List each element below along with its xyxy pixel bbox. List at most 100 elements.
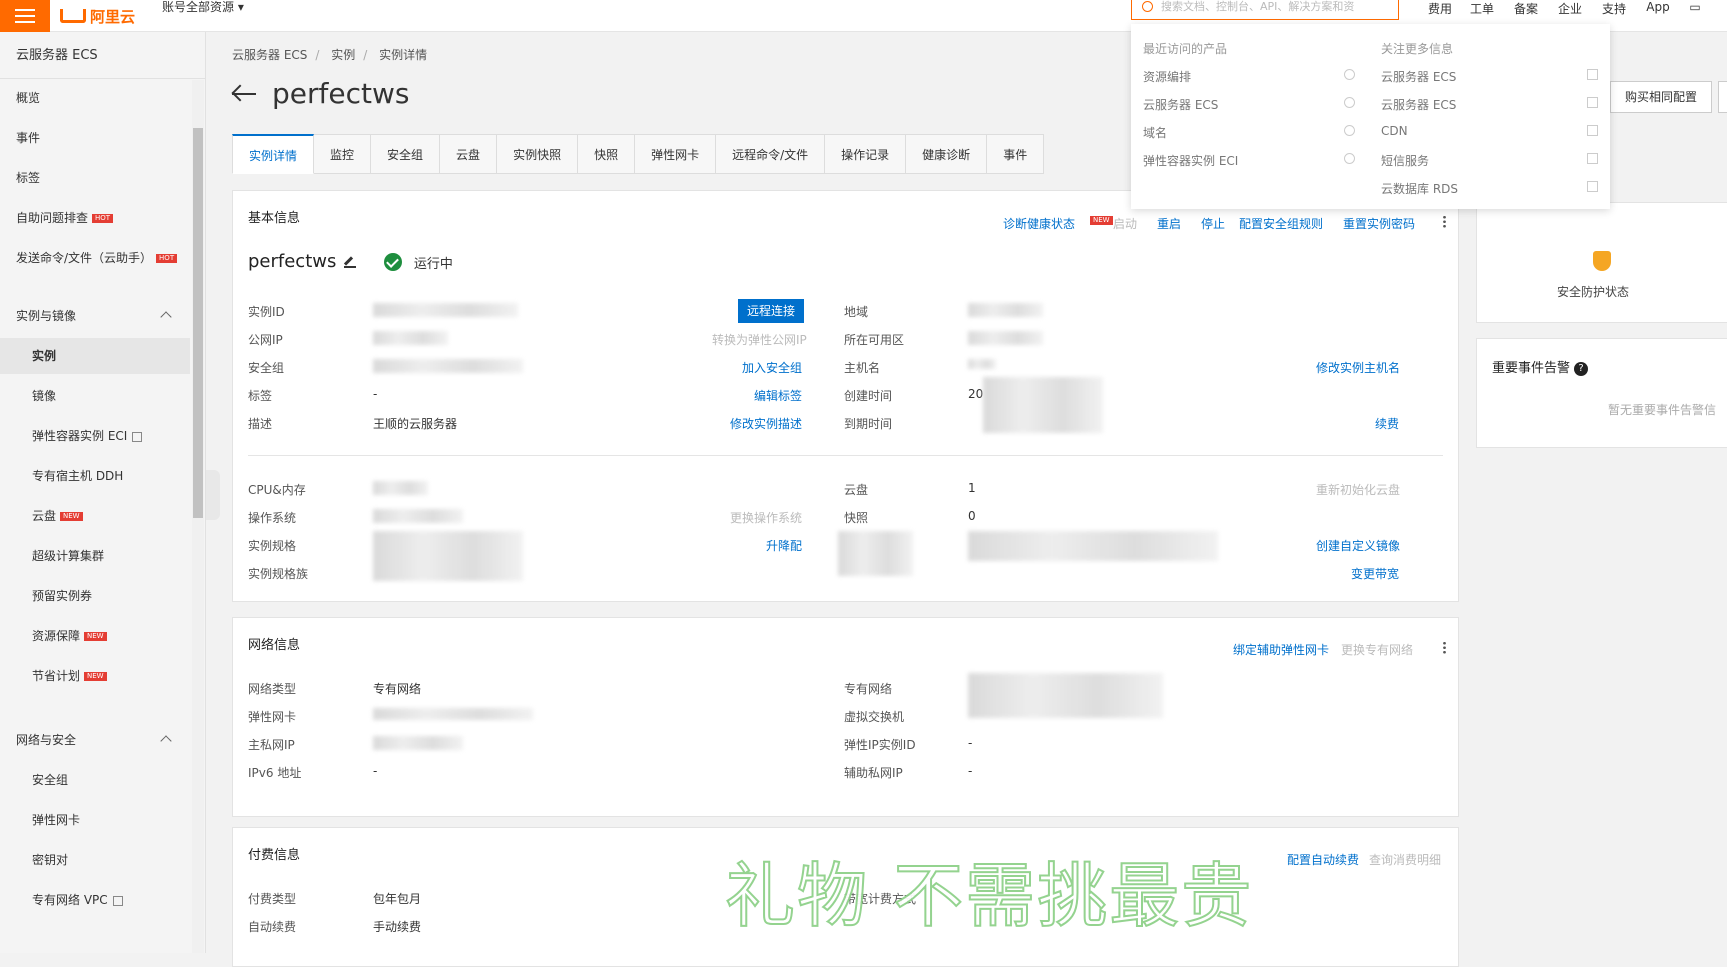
add-security-group-link[interactable]: 加入安全组 <box>742 359 802 376</box>
sidebar-item[interactable]: 实例 <box>0 338 190 374</box>
sidebar-item[interactable]: 资源保障 NEW <box>0 618 190 654</box>
nav-fees[interactable]: 费用 <box>1420 0 1460 16</box>
change-vpc-link[interactable]: 更换专有网络 <box>1341 641 1413 658</box>
more-item[interactable]: 云服务器 ECS <box>1381 68 1456 85</box>
tab[interactable]: 弹性网卡 <box>635 134 717 174</box>
more-item[interactable]: CDN <box>1381 124 1408 138</box>
external-link-icon[interactable] <box>1587 181 1598 192</box>
help-icon[interactable]: ? <box>1574 361 1589 376</box>
tab[interactable]: 安全组 <box>371 134 441 174</box>
arrow-circle-icon[interactable] <box>1344 125 1355 136</box>
tab[interactable]: 实例详情 <box>232 134 315 174</box>
auto-renew-value: 手动续费 <box>373 920 422 934</box>
change-bandwidth-link[interactable]: 变更带宽 <box>1351 565 1399 582</box>
recent-item[interactable]: 云服务器 ECS <box>1143 96 1218 113</box>
more-item[interactable]: 云服务器 ECS <box>1381 96 1456 113</box>
tab[interactable]: 实例快照 <box>497 134 579 174</box>
sidebar-item[interactable]: 弹性容器实例 ECI <box>0 418 190 454</box>
more-actions-icon[interactable] <box>1443 215 1446 228</box>
recent-item[interactable]: 资源编排 <box>1143 68 1191 85</box>
scrollbar-thumb[interactable] <box>193 128 203 518</box>
start-link[interactable]: 启动 <box>1113 215 1137 232</box>
sidebar-item[interactable]: 概览 <box>0 80 190 116</box>
external-link-icon[interactable] <box>1587 125 1598 136</box>
terminal-icon[interactable]: ▭ <box>1680 0 1710 16</box>
restart-link[interactable]: 重启 <box>1157 215 1181 232</box>
upgrade-link[interactable]: 升降配 <box>766 537 802 554</box>
edit-tags-link[interactable]: 编辑标签 <box>754 387 802 404</box>
sidebar-item[interactable]: 安全组 <box>0 762 190 798</box>
external-link-icon[interactable] <box>1587 97 1598 108</box>
tab[interactable]: 远程命令/文件 <box>716 134 826 174</box>
sidebar-item[interactable]: 专有宿主机 DDH <box>0 458 190 494</box>
chevron-up-icon[interactable] <box>160 735 172 747</box>
network-more-icon[interactable] <box>1443 641 1446 654</box>
reinit-disk-link[interactable]: 重新初始化云盘 <box>1316 481 1400 498</box>
sidebar-item[interactable]: 发送命令/文件（云助手） HOT <box>0 240 190 276</box>
sidebar-item[interactable]: 预留实例券 <box>0 578 190 614</box>
arrow-circle-icon[interactable] <box>1344 97 1355 108</box>
account-selector[interactable]: 账号全部资源 ▾ <box>162 0 244 20</box>
tab[interactable]: 事件 <box>987 134 1045 174</box>
sidebar-group[interactable]: 实例与镜像 <box>0 298 190 334</box>
nav-support[interactable]: 支持 <box>1592 0 1636 16</box>
tab[interactable]: 监控 <box>314 134 372 174</box>
external-link-icon[interactable] <box>1587 69 1598 80</box>
stop-link[interactable]: 停止 <box>1201 215 1225 232</box>
sidebar-item[interactable]: 镜像 <box>0 378 190 414</box>
reset-password-link[interactable]: 重置实例密码 <box>1343 215 1415 232</box>
query-billing-link[interactable]: 查询消费明细 <box>1369 851 1441 868</box>
sidebar-group[interactable]: 网络与安全 <box>0 722 190 758</box>
sidebar-item[interactable]: 密钥对 <box>0 842 190 878</box>
breadcrumb-instances[interactable]: 实例 <box>331 48 355 62</box>
sidebar-item[interactable]: 事件 <box>0 120 190 156</box>
rename-host-link[interactable]: 修改实例主机名 <box>1316 359 1400 376</box>
auto-renew-config-link[interactable]: 配置自动续费 <box>1287 851 1359 868</box>
sidebar-item-label: 专有网络 VPC <box>32 893 108 907</box>
tab[interactable]: 操作记录 <box>825 134 907 174</box>
buy-same-config-button[interactable]: 购买相同配置 <box>1610 81 1712 113</box>
renew-link[interactable]: 续费 <box>1375 415 1399 432</box>
edit-icon[interactable] <box>344 256 357 268</box>
breadcrumb-ecs[interactable]: 云服务器 ECS <box>232 48 307 62</box>
back-arrow-icon[interactable] <box>232 84 258 104</box>
more-item[interactable]: 短信服务 <box>1381 152 1429 169</box>
diagnose-link[interactable]: 诊断健康状态 <box>1003 215 1075 232</box>
sidebar-item[interactable]: 节省计划 NEW <box>0 658 190 694</box>
tab[interactable]: 云盘 <box>440 134 498 174</box>
tab[interactable]: 快照 <box>578 134 636 174</box>
sidebar-item[interactable]: 超级计算集群 <box>0 538 190 574</box>
sidebar: 云服务器 ECS 概览 事件 标签 自助问题排查 HOT 发送命令/文件（云助手） HOT 实… <box>0 32 206 953</box>
create-image-link[interactable]: 创建自定义镜像 <box>1316 537 1400 554</box>
change-os-link[interactable]: 更换操作系统 <box>730 509 802 526</box>
sidebar-scrollbar[interactable] <box>192 80 204 953</box>
menu-icon[interactable] <box>0 0 50 32</box>
more-item[interactable]: 云数据库 RDS <box>1381 180 1458 197</box>
nav-enterprise[interactable]: 企业 <box>1548 0 1592 16</box>
arrow-circle-icon[interactable] <box>1344 69 1355 80</box>
sidebar-item[interactable]: 专有网络 VPC <box>0 882 190 918</box>
network-info-title: 网络信息 <box>248 638 301 653</box>
edit-description-link[interactable]: 修改实例描述 <box>730 415 802 432</box>
redacted-instance-id <box>373 303 518 317</box>
convert-eip-link[interactable]: 转换为弹性公网IP <box>712 331 807 348</box>
nav-icp[interactable]: 备案 <box>1504 0 1548 16</box>
sidebar-item[interactable]: 弹性网卡 <box>0 802 190 838</box>
sg-rules-link[interactable]: 配置安全组规则 <box>1239 215 1323 232</box>
bind-eni-link[interactable]: 绑定辅助弹性网卡 <box>1233 641 1329 658</box>
chevron-up-icon[interactable] <box>160 311 172 323</box>
global-search-input[interactable]: 搜索文档、控制台、API、解决方案和资 <box>1131 0 1399 20</box>
more-button[interactable] <box>1718 81 1727 113</box>
aliyun-logo[interactable]: 阿里云 <box>60 0 135 32</box>
sidebar-item[interactable]: 云盘 NEW <box>0 498 190 534</box>
external-link-icon[interactable] <box>1587 153 1598 164</box>
remote-connect-button[interactable]: 远程连接 <box>738 299 804 323</box>
tab[interactable]: 健康诊断 <box>906 134 988 174</box>
sidebar-item[interactable]: 标签 <box>0 160 190 196</box>
nav-tickets[interactable]: 工单 <box>1460 0 1504 16</box>
sidebar-item[interactable]: 自助问题排查 HOT <box>0 200 190 236</box>
recent-item[interactable]: 弹性容器实例 ECI <box>1143 152 1238 169</box>
recent-item[interactable]: 域名 <box>1143 124 1167 141</box>
nav-app[interactable]: App <box>1636 0 1680 16</box>
arrow-circle-icon[interactable] <box>1344 153 1355 164</box>
